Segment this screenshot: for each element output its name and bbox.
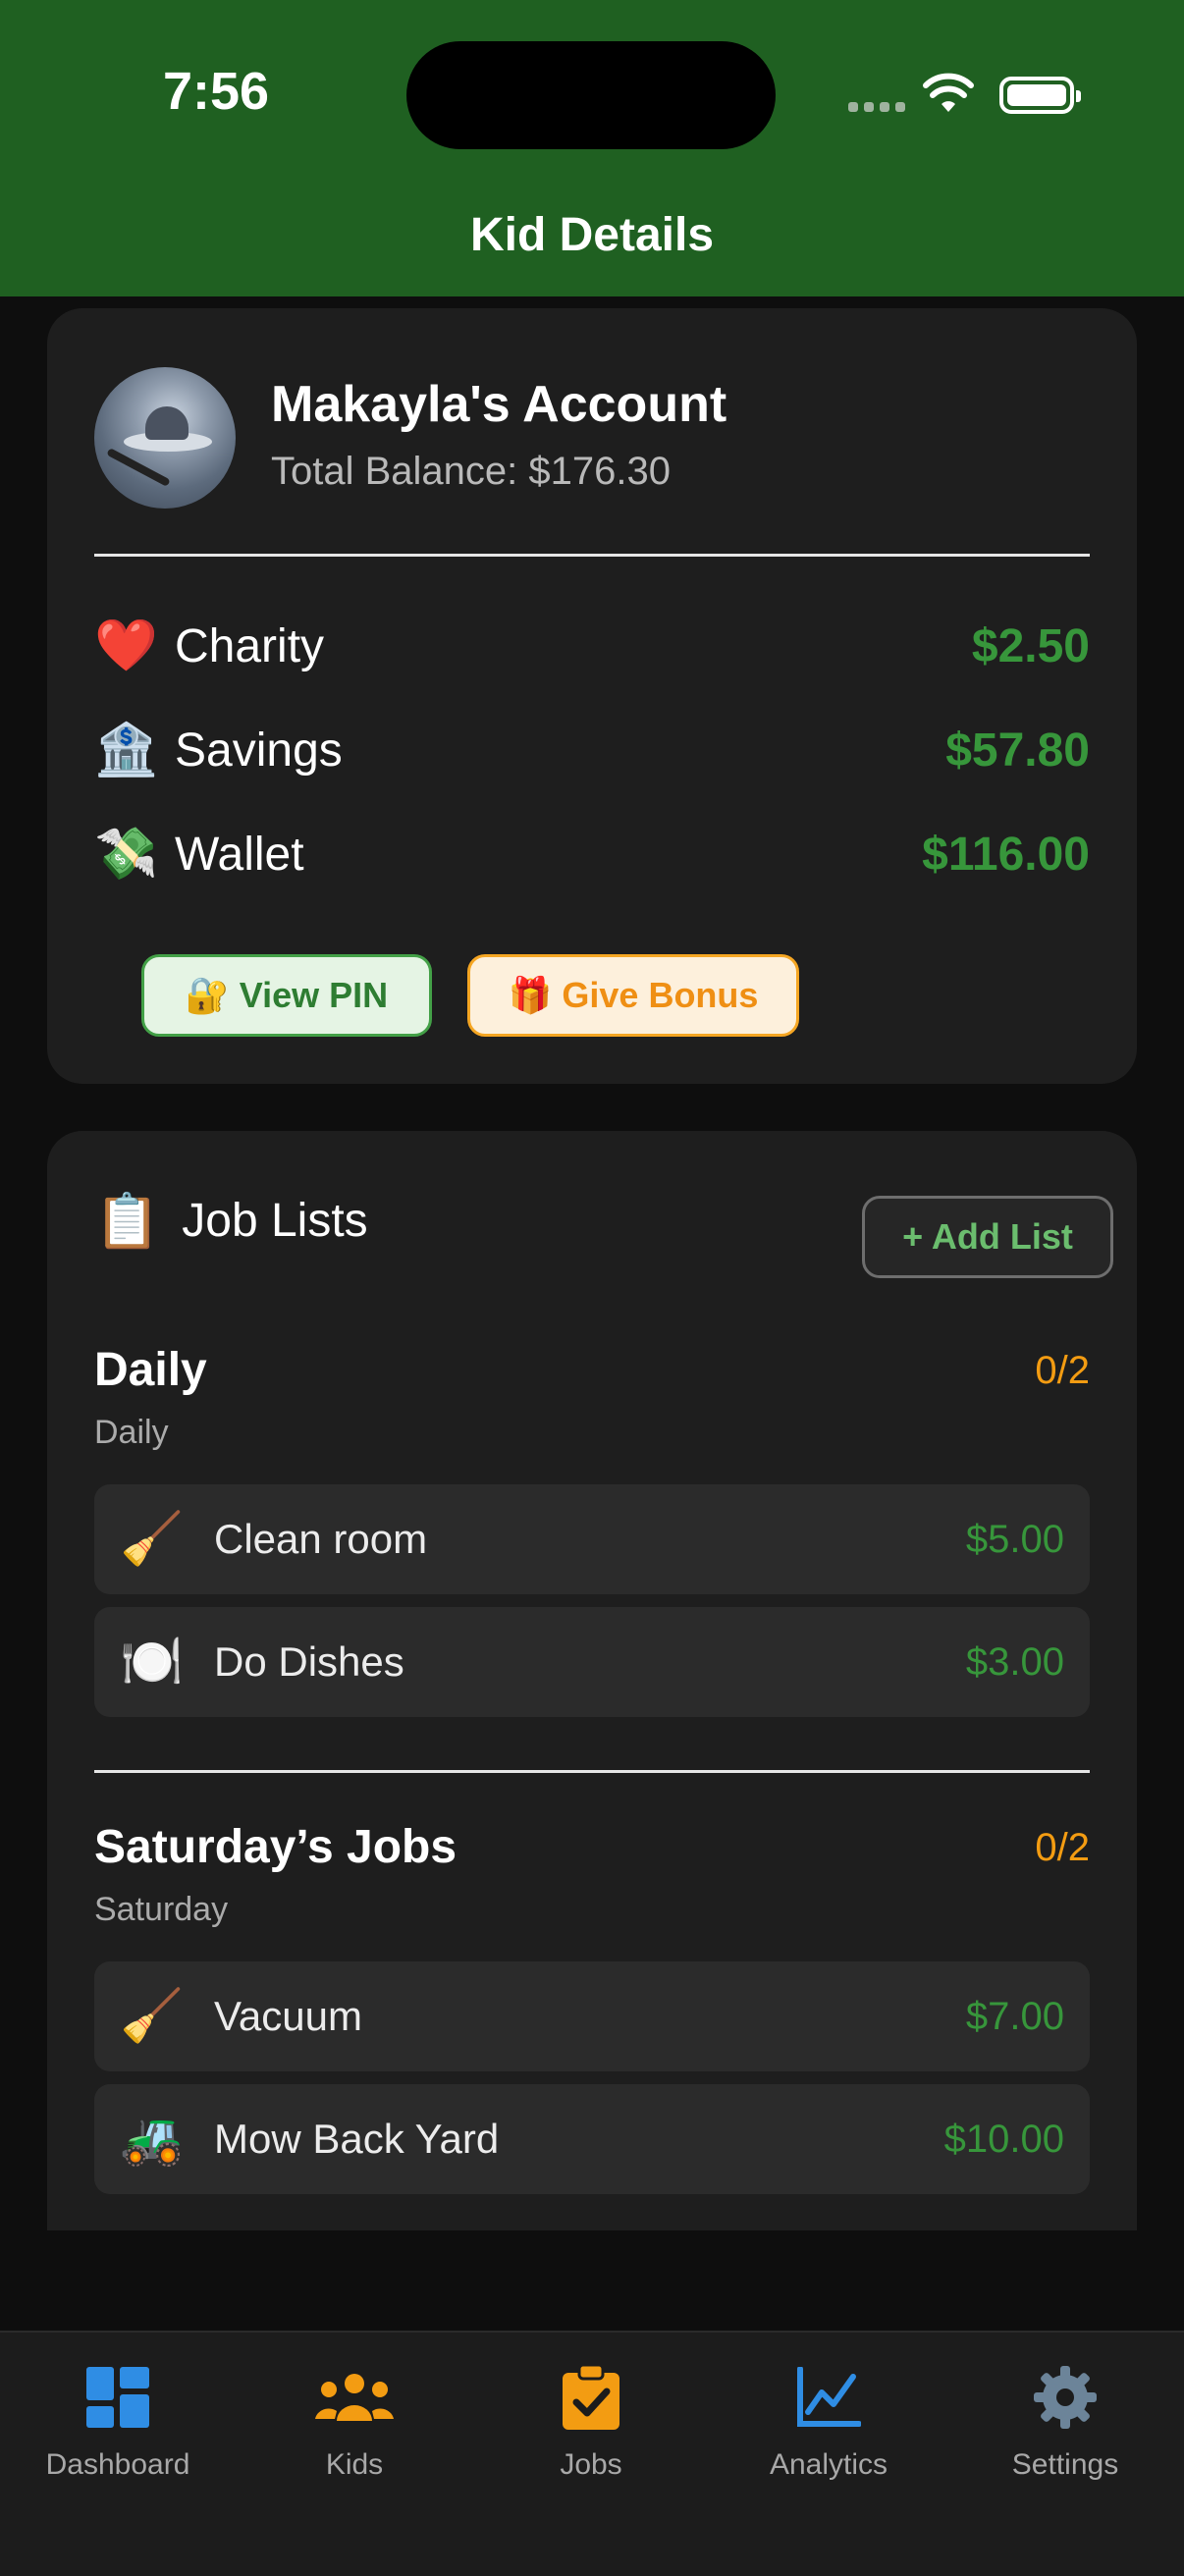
gift-icon: 🎁 <box>508 975 553 1015</box>
bank-icon: 🏦 <box>94 722 158 778</box>
divider <box>94 554 1090 557</box>
job-amount: $10.00 <box>943 2117 1064 2161</box>
wifi-icon <box>923 73 974 112</box>
people-icon <box>315 2374 394 2421</box>
tab-label: Settings <box>1011 2448 1119 2481</box>
bucket-label: Wallet <box>175 828 304 881</box>
bucket-label: Savings <box>175 724 343 777</box>
job-amount: $7.00 <box>965 1994 1064 2038</box>
list-schedule: Saturday <box>94 1891 229 1928</box>
dynamic-island <box>406 41 776 149</box>
tractor-icon: 🚜 <box>120 2111 184 2168</box>
tab-label: Analytics <box>769 2448 888 2481</box>
tab-bar: Dashboard Kids Jobs Analytics Settings <box>0 2331 1184 2576</box>
bucket-label: Charity <box>175 619 325 672</box>
job-label: Mow Back Yard <box>214 2116 500 2162</box>
plate-icon: 🍽️ <box>120 1634 184 1690</box>
account-name: Makayla's Account <box>271 376 727 433</box>
cellular-signal-icon <box>848 102 905 112</box>
battery-icon <box>999 77 1081 114</box>
lock-key-icon: 🔐 <box>185 975 230 1015</box>
page-title: Kid Details <box>469 209 715 261</box>
bucket-row-charity: ❤️ Charity $2.50 <box>94 611 1090 681</box>
view-pin-button[interactable]: 🔐 View PIN <box>141 954 432 1037</box>
broom-icon: 🧹 <box>120 1988 184 2045</box>
tab-analytics[interactable]: Analytics <box>730 2360 927 2482</box>
dashboard-icon <box>86 2367 149 2428</box>
gear-icon <box>1034 2366 1097 2429</box>
avatar[interactable] <box>94 367 236 509</box>
tab-jobs[interactable]: Jobs <box>493 2360 689 2482</box>
list-name-saturday[interactable]: Saturday’s Jobs <box>94 1820 457 1874</box>
view-pin-label: View PIN <box>239 975 389 1015</box>
job-row-clean-room[interactable]: 🧹 Clean room $5.00 <box>94 1484 1090 1594</box>
give-bonus-label: Give Bonus <box>562 975 759 1015</box>
add-list-button[interactable]: + Add List <box>862 1196 1113 1278</box>
tab-label: Jobs <box>560 2448 622 2481</box>
tab-dashboard[interactable]: Dashboard <box>20 2360 216 2482</box>
clipboard-check-icon <box>563 2365 619 2430</box>
chart-line-icon <box>797 2367 861 2427</box>
job-row-mow-back-yard[interactable]: 🚜 Mow Back Yard $10.00 <box>94 2084 1090 2194</box>
job-label: Do Dishes <box>214 1638 404 1685</box>
list-divider <box>94 1770 1090 1773</box>
job-lists-card: 📋 Job Lists + Add List Daily 0/2 Daily 🧹… <box>47 1131 1137 2230</box>
list-name-daily[interactable]: Daily <box>94 1343 207 1397</box>
money-wings-icon: 💸 <box>94 826 158 883</box>
bucket-amount: $2.50 <box>971 619 1090 672</box>
job-amount: $3.00 <box>965 1639 1064 1684</box>
job-amount: $5.00 <box>965 1517 1064 1561</box>
list-schedule: Daily <box>94 1414 169 1451</box>
job-label: Vacuum <box>214 1993 362 2039</box>
tab-settings[interactable]: Settings <box>967 2360 1163 2482</box>
job-row-vacuum[interactable]: 🧹 Vacuum $7.00 <box>94 1961 1090 2071</box>
tab-kids[interactable]: Kids <box>256 2360 453 2482</box>
list-progress: 0/2 <box>1035 1826 1090 1869</box>
job-row-do-dishes[interactable]: 🍽️ Do Dishes $3.00 <box>94 1607 1090 1717</box>
heart-icon: ❤️ <box>94 617 158 674</box>
app-header: 7:56 Kid Details <box>0 0 1184 296</box>
total-balance: Total Balance: $176.30 <box>271 450 671 493</box>
tab-label: Kids <box>325 2448 384 2481</box>
give-bonus-button[interactable]: 🎁 Give Bonus <box>467 954 799 1037</box>
clipboard-icon: 📋 <box>94 1191 161 1251</box>
status-time: 7:56 <box>163 62 270 121</box>
bucket-row-wallet: 💸 Wallet $116.00 <box>94 819 1090 889</box>
job-lists-heading: 📋 Job Lists <box>94 1194 368 1248</box>
bucket-amount: $57.80 <box>945 724 1090 777</box>
broom-icon: 🧹 <box>120 1511 184 1568</box>
job-lists-title: Job Lists <box>182 1195 368 1247</box>
bucket-row-savings: 🏦 Savings $57.80 <box>94 715 1090 785</box>
bucket-amount: $116.00 <box>922 828 1090 881</box>
list-progress: 0/2 <box>1035 1349 1090 1392</box>
account-card: Makayla's Account Total Balance: $176.30… <box>47 308 1137 1084</box>
job-label: Clean room <box>214 1516 428 1562</box>
tab-label: Dashboard <box>45 2448 190 2481</box>
